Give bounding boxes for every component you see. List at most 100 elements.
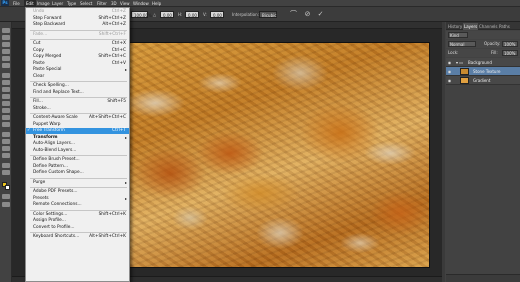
menu-item-clear[interactable]: Clear xyxy=(26,74,129,80)
menu-item-content-aware-scale[interactable]: Content-Aware Scale Alt+Shift+Ctrl+C xyxy=(26,115,129,121)
menu-window[interactable]: Window xyxy=(133,0,149,7)
menu-item-fill[interactable]: Fill... Shift+F5 xyxy=(26,99,129,105)
layer-gradient[interactable]: ◉ Gradient xyxy=(446,76,520,85)
opacity-field[interactable]: 100% xyxy=(502,41,518,47)
menu-item-convert-to-profile[interactable]: Convert to Profile... xyxy=(26,225,129,231)
photoshop-logo: Ps xyxy=(1,0,9,6)
menu-help[interactable]: Help xyxy=(152,0,161,7)
stone-texture-canvas[interactable] xyxy=(129,42,430,268)
warp-mode-icon[interactable]: ⌒ xyxy=(289,10,298,19)
fill-field[interactable]: 100% xyxy=(502,50,518,56)
menu-item-cut[interactable]: Cut Ctrl+X xyxy=(26,41,129,47)
layer-thumbnail xyxy=(460,68,469,75)
checkmark-icon: ✓ xyxy=(27,128,31,133)
menu-item-define-custom-shape[interactable]: Define Custom Shape... xyxy=(26,170,129,176)
menu-view[interactable]: View xyxy=(120,0,130,7)
visibility-eye-icon[interactable]: ◉ xyxy=(447,60,452,65)
layer-group-background[interactable]: ◉ ▾ ▭ Background xyxy=(446,58,520,67)
commit-check-icon[interactable]: ✓ xyxy=(316,10,325,19)
blend-row: Normal Opacity: 100% xyxy=(446,40,520,48)
menu-item-free-transform[interactable]: ✓ Free Transform Ctrl+T xyxy=(26,128,129,134)
brush-tool-icon[interactable] xyxy=(2,80,10,85)
skew-v-field[interactable]: 0.00 xyxy=(210,11,224,18)
menu-item-define-brush-preset[interactable]: Define Brush Preset... xyxy=(26,157,129,163)
tab-layers[interactable]: Layers xyxy=(463,23,479,30)
menu-item-paste-special[interactable]: Paste Special ▸ xyxy=(26,67,129,73)
menu-item-find-and-replace-text[interactable]: Find and Replace Text... xyxy=(26,90,129,96)
skew-h-field[interactable]: 0.00 xyxy=(185,11,199,18)
move-tool-icon[interactable] xyxy=(2,28,10,33)
tab-history[interactable]: History xyxy=(447,23,463,30)
menu-type[interactable]: Type xyxy=(67,0,76,7)
menu-item-stroke[interactable]: Stroke... xyxy=(26,106,129,112)
eraser-tool-icon[interactable] xyxy=(2,101,10,106)
history-brush-tool-icon[interactable] xyxy=(2,94,10,99)
shape-tool-icon[interactable] xyxy=(2,153,10,158)
background-color-swatch[interactable] xyxy=(5,185,10,190)
menu-separator xyxy=(30,81,127,82)
dodge-tool-icon[interactable] xyxy=(2,122,10,127)
tab-channels[interactable]: Channels xyxy=(478,23,499,30)
menu-file[interactable]: File xyxy=(13,0,20,7)
gradient-tool-icon[interactable] xyxy=(2,108,10,113)
menu-select[interactable]: Select xyxy=(80,0,92,7)
hand-tool-icon[interactable] xyxy=(2,163,10,168)
menu-item-purge[interactable]: Purge ▸ xyxy=(26,180,129,186)
visibility-eye-icon[interactable]: ◉ xyxy=(447,69,452,74)
menu-item-transform[interactable]: Transform ▸ xyxy=(26,135,129,141)
menu-item-define-pattern[interactable]: Define Pattern... xyxy=(26,164,129,170)
menu-item-step-backward[interactable]: Step Backward Alt+Ctrl+Z xyxy=(26,22,129,28)
crop-tool-icon[interactable] xyxy=(2,56,10,61)
menu-separator xyxy=(30,39,127,40)
menu-item-shortcut: Ctrl+T xyxy=(112,128,126,133)
menu-item-auto-align-layers[interactable]: Auto-Align Layers... xyxy=(26,141,129,147)
menu-item-paste[interactable]: Paste Ctrl+V xyxy=(26,61,129,67)
visibility-eye-icon[interactable]: ◉ xyxy=(447,78,452,83)
quick-mask-icon[interactable] xyxy=(2,194,10,199)
menu-item-color-settings[interactable]: Color Settings... Shift+Ctrl+K xyxy=(26,212,129,218)
menu-item-copy-merged[interactable]: Copy Merged Shift+Ctrl+C xyxy=(26,54,129,60)
menu-item-auto-blend-layers[interactable]: Auto-Blend Layers... xyxy=(26,148,129,154)
interpolation-select[interactable]: Bicubic xyxy=(259,11,277,18)
blend-mode-select[interactable]: Normal xyxy=(448,41,476,47)
lasso-tool-icon[interactable] xyxy=(2,42,10,47)
pen-tool-icon[interactable] xyxy=(2,132,10,137)
marquee-tool-icon[interactable] xyxy=(2,35,10,40)
menu-item-undo[interactable]: Undo Ctrl+Z xyxy=(26,9,129,15)
screen-mode-icon[interactable] xyxy=(2,202,10,207)
menu-edit[interactable]: Edit xyxy=(24,0,36,7)
kind-filter-select[interactable]: Kind xyxy=(448,32,468,38)
cancel-icon[interactable]: ⊘ xyxy=(303,10,312,19)
menu-item-label: Remote Connections... xyxy=(33,202,82,207)
menu-filter[interactable]: Filter xyxy=(97,0,107,7)
menu-item-keyboard-shortcuts[interactable]: Keyboard Shortcuts... Alt+Shift+Ctrl+K xyxy=(26,234,129,240)
clone-stamp-tool-icon[interactable] xyxy=(2,87,10,92)
menu-item-check-spelling[interactable]: Check Spelling... xyxy=(26,83,129,89)
zoom-tool-icon[interactable] xyxy=(2,170,10,175)
menu-layer[interactable]: Layer xyxy=(52,0,63,7)
edit-menu-dropdown: Undo Ctrl+Z Step Forward Shift+Ctrl+Z Step B… xyxy=(25,7,130,282)
menu-image[interactable]: Image xyxy=(37,0,50,7)
menu-item-remote-connections[interactable]: Remote Connections... xyxy=(26,202,129,208)
menu-item-adobe-pdf-presets[interactable]: Adobe PDF Presets... xyxy=(26,189,129,195)
folder-triangle-icon[interactable]: ▾ ▭ xyxy=(456,58,463,67)
layer-stone-texture[interactable]: ◉ Stone Texture xyxy=(446,67,520,76)
menu-item-step-forward[interactable]: Step Forward Shift+Ctrl+Z xyxy=(26,16,129,22)
zoom-field[interactable]: 100.00% xyxy=(131,11,152,18)
type-tool-icon[interactable] xyxy=(2,139,10,144)
menu-item-presets[interactable]: Presets ▸ xyxy=(26,196,129,202)
eyedropper-tool-icon[interactable] xyxy=(2,63,10,68)
menu-3d[interactable]: 3D xyxy=(111,0,117,7)
menu-separator xyxy=(30,232,127,233)
quick-select-tool-icon[interactable] xyxy=(2,49,10,54)
angle-field[interactable]: 0.00 xyxy=(160,11,174,18)
menu-item-assign-profile[interactable]: Assign Profile... xyxy=(26,218,129,224)
menu-item-fade[interactable]: Fade... Shift+Ctrl+F xyxy=(26,32,129,38)
menu-item-copy[interactable]: Copy Ctrl+C xyxy=(26,48,129,54)
menu-item-puppet-warp[interactable]: Puppet Warp xyxy=(26,122,129,128)
path-select-tool-icon[interactable] xyxy=(2,146,10,151)
healing-brush-tool-icon[interactable] xyxy=(2,73,10,78)
blur-tool-icon[interactable] xyxy=(2,115,10,120)
tab-paths[interactable]: Paths xyxy=(498,23,511,30)
menu-separator xyxy=(30,113,127,114)
